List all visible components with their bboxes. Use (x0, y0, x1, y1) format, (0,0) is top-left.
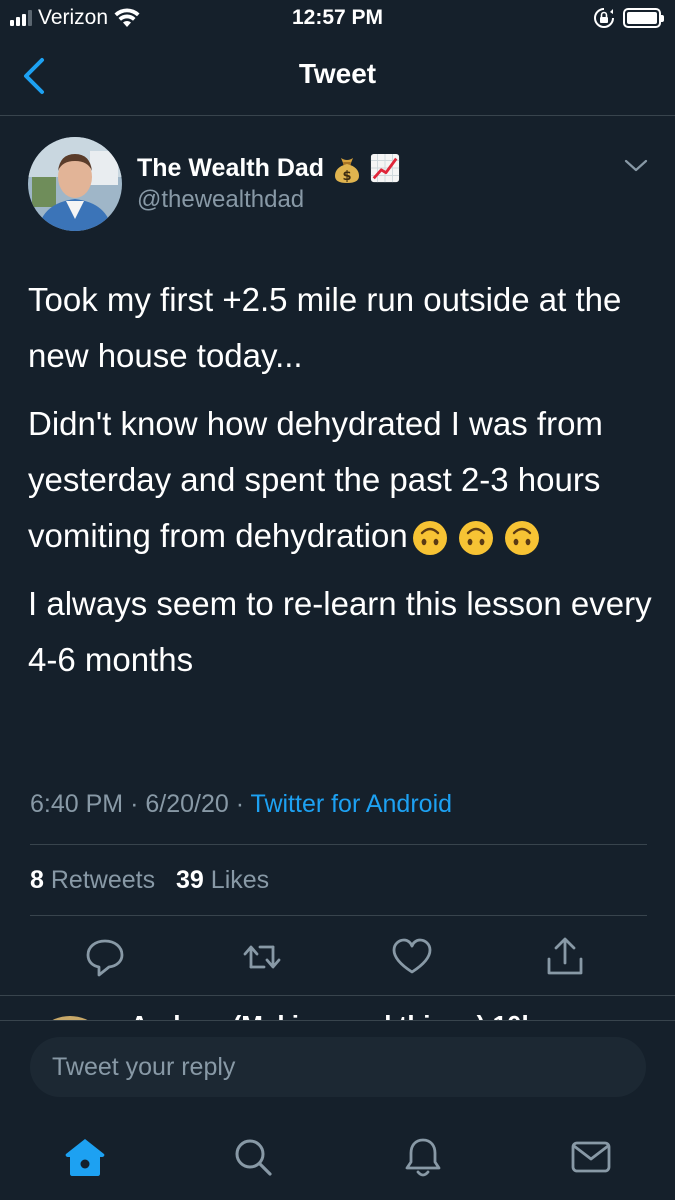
author-handle[interactable]: @thewealthdad (137, 186, 304, 214)
chart-increasing-icon (371, 153, 400, 183)
tab-bar (0, 1110, 675, 1200)
retweets-count: 8 (30, 866, 44, 894)
upside-down-face-icon (458, 521, 493, 556)
status-bar: Verizon 12:57 PM (0, 0, 675, 38)
tweet-paragraph: I always seem to re-learn this lesson ev… (28, 585, 652, 678)
battery-icon (623, 8, 664, 28)
likes-label: Likes (210, 866, 270, 894)
tweet-time: 6:40 PM (30, 790, 124, 818)
money-bag-icon: $ (335, 158, 360, 184)
messages-icon[interactable] (568, 1134, 614, 1180)
home-icon[interactable] (62, 1134, 108, 1180)
reply-author: Andrew (Making cool things) 10h (130, 1010, 537, 1020)
chevron-down-icon[interactable] (623, 156, 649, 176)
tweet-source-link[interactable]: Twitter for Android (251, 790, 452, 818)
nav-bar: Tweet (0, 38, 675, 116)
tweet-date: 6/20/20 (145, 790, 229, 818)
tweet-text: Took my first +2.5 mile run outside at t… (28, 272, 658, 700)
author-name-text: The Wealth Dad (137, 153, 325, 182)
tweet-stats: 8 Retweets 39 Likes (30, 866, 269, 895)
status-right (593, 7, 664, 29)
author-name[interactable]: The Wealth Dad $ (137, 152, 400, 184)
like-icon[interactable] (390, 935, 434, 979)
emoji-row (412, 520, 540, 556)
search-icon[interactable] (230, 1134, 276, 1180)
reply-peek[interactable]: Andrew (Making cool things) 10h (0, 995, 675, 1020)
page-title: Tweet (298, 58, 377, 89)
tweet-meta: 6:40 PM · 6/20/20 · Twitter for Android (30, 790, 452, 819)
upside-down-face-icon (412, 521, 447, 556)
likes-stat[interactable]: 39 Likes (176, 866, 269, 894)
share-icon[interactable] (543, 935, 587, 979)
upside-down-face-icon (504, 521, 539, 556)
likes-count: 39 (176, 866, 204, 894)
reply-input[interactable] (30, 1037, 646, 1097)
svg-text:$: $ (343, 169, 352, 184)
tweet-paragraph: Took my first +2.5 mile run outside at t… (28, 281, 622, 374)
reply-icon[interactable] (83, 935, 127, 979)
retweets-label: Retweets (50, 866, 156, 894)
retweets-stat[interactable]: 8 Retweets (30, 866, 155, 894)
divider (30, 915, 647, 916)
divider (30, 844, 647, 845)
tweet-paragraph: Didn't know how dehydrated I was from ye… (28, 396, 658, 564)
status-time: 12:57 PM (291, 6, 384, 29)
retweet-icon[interactable] (240, 935, 284, 979)
meta-separator: · (235, 790, 245, 818)
meta-separator: · (130, 790, 139, 818)
avatar[interactable] (28, 137, 122, 231)
rotation-lock-icon (594, 8, 614, 28)
notifications-icon[interactable] (400, 1134, 446, 1180)
reply-composer (0, 1020, 675, 1110)
